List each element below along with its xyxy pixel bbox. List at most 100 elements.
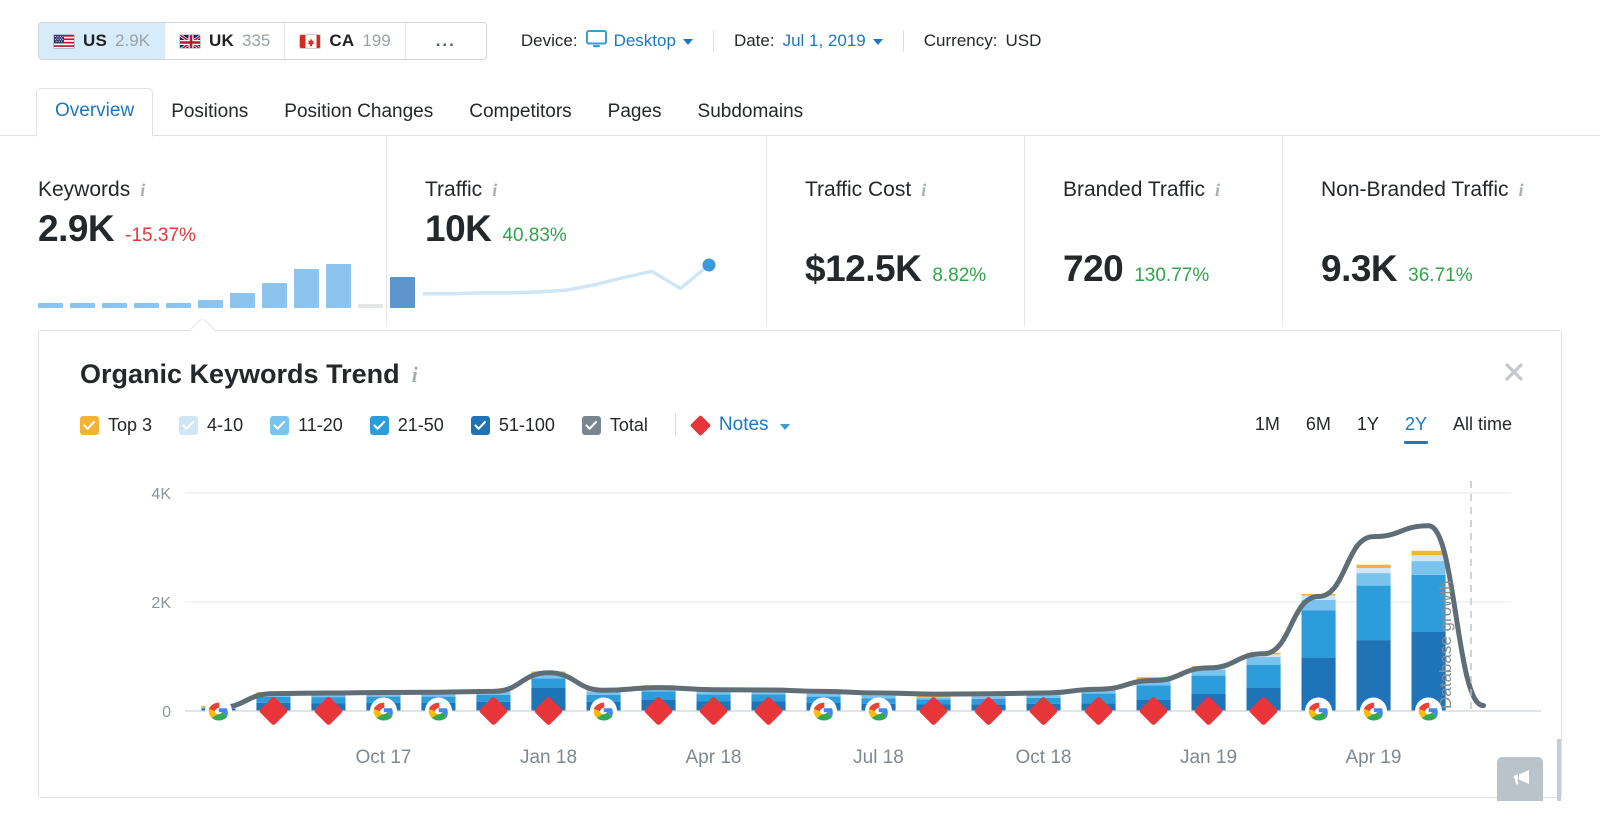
stacked-bar-segment[interactable] xyxy=(1411,550,1446,556)
notes-selector[interactable]: Notes xyxy=(689,414,790,436)
info-icon[interactable]: i xyxy=(492,180,497,201)
panel-title: Organic Keywords Trend i xyxy=(80,359,418,390)
checkbox-4-10[interactable] xyxy=(179,415,199,435)
chevron-down-icon xyxy=(682,39,693,45)
close-icon[interactable] xyxy=(1501,359,1527,385)
metric-delta: 40.83% xyxy=(502,225,567,246)
legend-item-top3[interactable]: Top 3 xyxy=(80,415,152,436)
legend-item-21-50[interactable]: 21-50 xyxy=(369,415,444,436)
legend-label-total: Total xyxy=(609,414,648,435)
flag-uk-icon xyxy=(179,33,202,49)
legend-item-11-20[interactable]: 11-20 xyxy=(270,415,343,436)
traffic-sparkline xyxy=(419,255,719,312)
sparkline-bar xyxy=(230,293,255,308)
checkbox-21-50[interactable] xyxy=(369,415,389,435)
metric-value: 2.9K xyxy=(38,208,115,249)
stacked-bar-segment[interactable] xyxy=(1356,567,1391,574)
organic-keywords-trend-panel: Organic Keywords Trend i Top 3 4-10 11-2… xyxy=(38,330,1563,801)
info-icon[interactable]: i xyxy=(412,362,418,388)
metric-title: Traffic xyxy=(425,178,483,201)
device-selector[interactable]: Desktop xyxy=(585,29,693,53)
sparkline-bar xyxy=(294,269,319,308)
range-6m[interactable]: 6M xyxy=(1293,411,1344,444)
legend-item-total[interactable]: Total xyxy=(581,414,648,436)
metric-header: Traffic i xyxy=(425,178,766,202)
db-more-button[interactable]: ... xyxy=(405,23,486,59)
chevron-down-icon xyxy=(779,423,790,430)
google-update-marker[interactable] xyxy=(590,697,617,725)
google-update-marker[interactable] xyxy=(865,697,892,725)
total-trend-line[interactable] xyxy=(216,523,1486,711)
stacked-bar-segment[interactable] xyxy=(1191,675,1226,694)
google-update-marker[interactable] xyxy=(425,697,452,725)
sparkline-bar xyxy=(38,303,63,308)
checkbox-total[interactable] xyxy=(581,415,601,435)
date-selector[interactable]: Jul 1, 2019 xyxy=(783,31,883,51)
range-all-time[interactable]: All time xyxy=(1440,411,1525,444)
tab-pages[interactable]: Pages xyxy=(590,90,680,137)
stacked-bar-segment[interactable] xyxy=(1411,561,1446,575)
tab-positions[interactable]: Positions xyxy=(153,90,266,137)
tab-overview[interactable]: Overview xyxy=(36,88,154,137)
y-axis-tick-label: 0 xyxy=(162,704,171,721)
info-icon[interactable]: i xyxy=(1215,180,1220,201)
google-update-marker[interactable] xyxy=(810,697,837,725)
tab-subdomains[interactable]: Subdomains xyxy=(680,90,822,137)
legend-label-4-10: 4-10 xyxy=(207,414,244,435)
legend-item-51-100[interactable]: 51-100 xyxy=(470,415,555,436)
keywords-trend-chart[interactable]: 0 2K 4K Database growth Oct 17 Jan 18 Apr 18 Ju… xyxy=(39,471,1563,799)
range-1m[interactable]: 1M xyxy=(1242,411,1293,444)
stacked-bar-segment[interactable] xyxy=(1246,657,1281,665)
stacked-bar-segment[interactable] xyxy=(1411,555,1446,562)
monitor-icon xyxy=(585,29,607,53)
db-code-ca: CA xyxy=(329,31,355,50)
google-update-marker[interactable] xyxy=(1360,697,1387,725)
stacked-bar-segment[interactable] xyxy=(1246,664,1281,688)
db-more-label: ... xyxy=(435,31,456,50)
meta-filters: Device: Desktop Date: Jul 1, 2019 Curren… xyxy=(521,29,1041,53)
metric-card-traffic[interactable]: Traffic i 10K 40.83% xyxy=(386,136,766,326)
metric-card-keywords[interactable]: Keywords i 2.9K -15.37% xyxy=(0,136,415,326)
google-update-marker[interactable] xyxy=(370,697,397,725)
stacked-bar-segment[interactable] xyxy=(1356,585,1391,641)
tab-position-changes[interactable]: Position Changes xyxy=(266,90,451,137)
stacked-bar-segment[interactable] xyxy=(1356,573,1391,586)
keywords-sparkline xyxy=(38,264,415,308)
sparkline-bar xyxy=(326,264,351,308)
metric-header: Branded Traffic i xyxy=(1063,178,1282,202)
sparkline-bar xyxy=(262,283,287,308)
db-count-us: 2.9K xyxy=(115,31,151,50)
range-1y[interactable]: 1Y xyxy=(1344,411,1392,444)
checkbox-51-100[interactable] xyxy=(470,415,490,435)
range-2y[interactable]: 2Y xyxy=(1392,411,1440,444)
db-item-us[interactable]: US 2.9K xyxy=(39,23,166,59)
stacked-bar-segment[interactable] xyxy=(1356,564,1391,568)
date-value: Jul 1, 2019 xyxy=(782,31,866,50)
metric-delta: 8.82% xyxy=(932,265,987,286)
legend-item-4-10[interactable]: 4-10 xyxy=(179,415,243,436)
metric-card-traffic-cost[interactable]: Traffic Cost i $12.5K 8.82% xyxy=(766,136,1024,326)
tab-competitors[interactable]: Competitors xyxy=(451,90,589,137)
metric-title: Keywords xyxy=(38,178,131,201)
checkbox-top3[interactable] xyxy=(80,415,99,435)
metric-card-non-branded-traffic[interactable]: Non-Branded Traffic i 9.3K 36.71% xyxy=(1282,136,1600,326)
announcements-button[interactable] xyxy=(1497,757,1543,801)
database-switcher[interactable]: US 2.9K UK 335 CA 199 ... xyxy=(38,22,487,60)
db-item-uk[interactable]: UK 335 xyxy=(165,23,286,59)
scrollbar-thumb[interactable] xyxy=(1557,739,1561,801)
info-icon[interactable]: i xyxy=(140,180,145,201)
divider xyxy=(674,413,676,437)
db-item-ca[interactable]: CA 199 xyxy=(285,23,406,59)
metric-delta: 36.71% xyxy=(1408,265,1473,286)
megaphone-icon xyxy=(1508,766,1532,793)
divider xyxy=(902,30,904,52)
stacked-bar-segment[interactable] xyxy=(1301,610,1336,658)
stacked-bar-segment[interactable] xyxy=(531,678,566,688)
checkbox-11-20[interactable] xyxy=(270,415,290,435)
info-icon[interactable]: i xyxy=(921,180,926,201)
google-update-marker[interactable] xyxy=(1305,697,1332,725)
google-update-marker[interactable] xyxy=(1415,697,1442,725)
metric-card-branded-traffic[interactable]: Branded Traffic i 720 130.77% xyxy=(1024,136,1282,326)
google-update-marker[interactable] xyxy=(205,697,232,725)
info-icon[interactable]: i xyxy=(1519,180,1524,201)
